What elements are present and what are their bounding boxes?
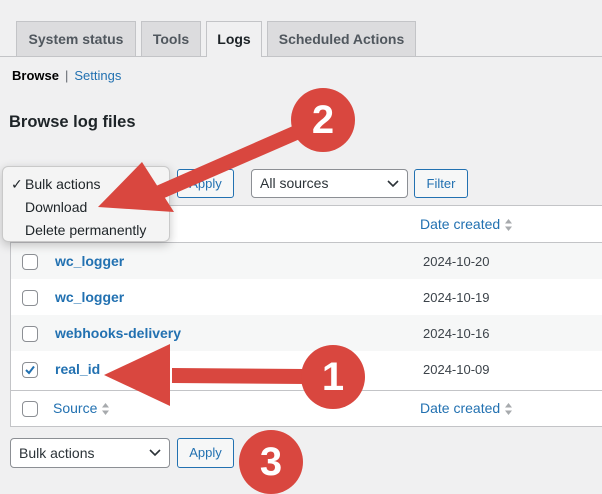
menu-item-delete-permanently[interactable]: Delete permanently [11, 222, 146, 238]
annotation-badge-2: 2 [291, 88, 355, 152]
source-header-label: Source [53, 400, 98, 416]
menu-item-label: Delete permanently [25, 222, 147, 238]
tabs-divider [0, 56, 602, 57]
filter-button[interactable]: Filter [414, 169, 468, 198]
chevron-down-icon [149, 449, 161, 457]
annotation-badge-3: 3 [239, 430, 303, 494]
bottom-bulk-actions-value: Bulk actions [19, 445, 95, 461]
log-date: 2024-10-16 [423, 326, 490, 341]
source-filter-select[interactable]: All sources [251, 169, 408, 198]
sub-navigation: Browse | Settings [12, 68, 121, 83]
sort-icon [505, 403, 513, 416]
log-date: 2024-10-20 [423, 254, 490, 269]
date-created-column-footer[interactable]: Date created [420, 400, 513, 416]
date-header-label: Date created [420, 400, 501, 416]
bottom-apply-button[interactable]: Apply [177, 438, 234, 468]
log-name-link[interactable]: real_id [55, 361, 100, 377]
menu-item-label: Bulk actions [25, 176, 101, 192]
tab-tools[interactable]: Tools [141, 21, 201, 56]
checkmark-icon: ✓ [11, 176, 23, 192]
checkmark-icon [25, 365, 35, 375]
nav-tabs: System status Tools Logs Scheduled Actio… [0, 0, 602, 57]
log-name-link[interactable]: wc_logger [55, 253, 124, 269]
menu-item-bulk-actions[interactable]: ✓ Bulk actions [11, 176, 100, 193]
tab-logs[interactable]: Logs [206, 21, 262, 57]
tab-system-status[interactable]: System status [16, 21, 136, 56]
row-checkbox[interactable] [22, 326, 38, 342]
bottom-bulk-actions-select[interactable]: Bulk actions [10, 438, 170, 468]
date-created-column-header[interactable]: Date created [420, 216, 513, 232]
chevron-down-icon [387, 179, 399, 187]
subnav-separator: | [64, 68, 69, 83]
log-name-link[interactable]: wc_logger [55, 289, 124, 305]
top-apply-button[interactable]: Apply [177, 169, 234, 198]
row-checkbox[interactable] [22, 254, 38, 270]
tab-scheduled-actions[interactable]: Scheduled Actions [267, 21, 416, 56]
bulk-actions-menu: ✓ Bulk actions Download Delete permanentl… [2, 166, 170, 242]
table-row: wc_logger 2024-10-20 [11, 243, 602, 279]
log-date: 2024-10-09 [423, 362, 490, 377]
date-header-label: Date created [420, 216, 501, 232]
menu-item-label: Download [25, 199, 88, 215]
log-name-link[interactable]: webhooks-delivery [55, 325, 181, 341]
menu-item-download[interactable]: Download [11, 199, 87, 215]
sort-icon [102, 403, 110, 416]
row-checkbox[interactable] [22, 290, 38, 306]
sort-icon [505, 219, 513, 232]
table-row: webhooks-delivery 2024-10-16 [11, 315, 602, 351]
row-checkbox-checked[interactable] [22, 362, 38, 378]
subnav-browse: Browse [12, 68, 59, 83]
subnav-settings-link[interactable]: Settings [74, 68, 121, 83]
annotation-badge-1: 1 [301, 345, 365, 409]
page-title: Browse log files [9, 113, 136, 131]
log-date: 2024-10-19 [423, 290, 490, 305]
table-row: wc_logger 2024-10-19 [11, 279, 602, 315]
select-all-checkbox-footer[interactable] [22, 401, 38, 417]
source-filter-value: All sources [260, 175, 329, 191]
source-column-header[interactable]: Source [53, 400, 110, 416]
